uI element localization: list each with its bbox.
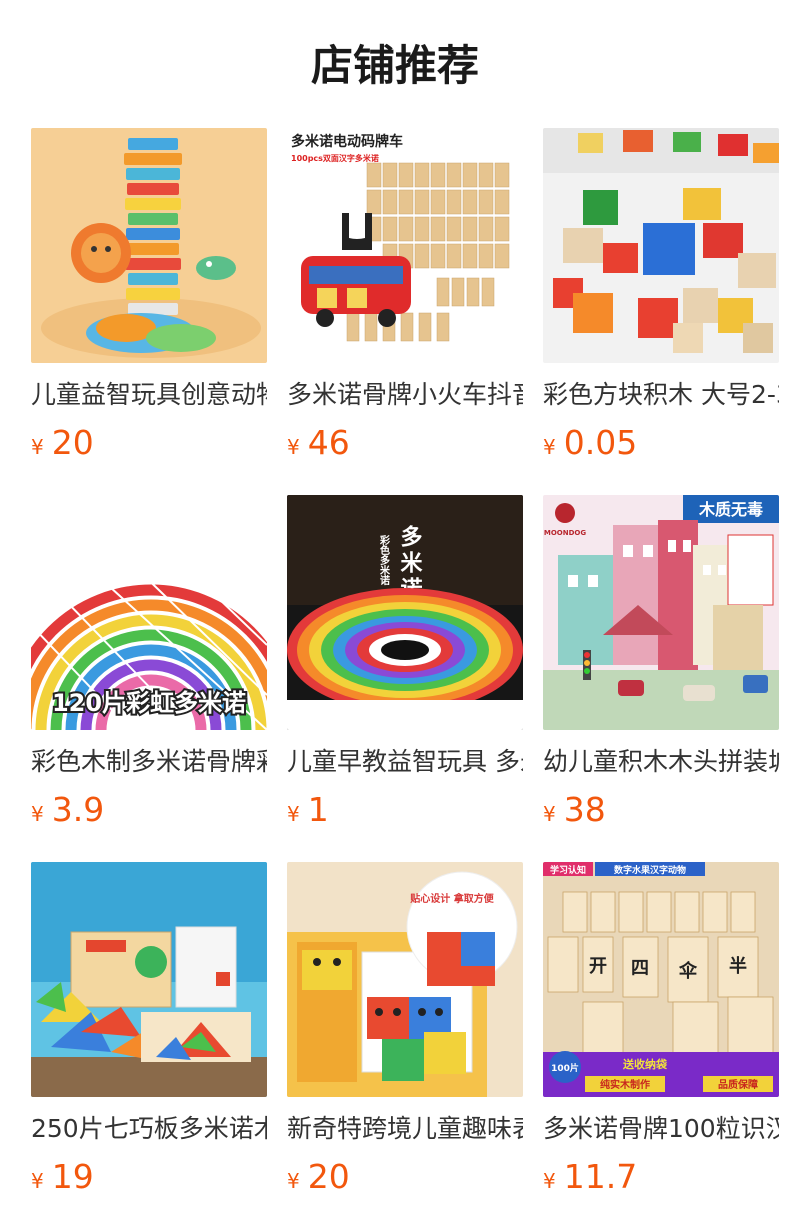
chinese-character-domino-image: 学习认知 数字水果汉字动物 开 四 伞 半 100片 送收纳袋 纯实木制作 品质保障 [543,862,779,1097]
currency-symbol: ¥ [287,435,300,459]
currency-symbol: ¥ [287,802,300,826]
currency-symbol: ¥ [31,1169,44,1193]
product-price: ¥19 [31,1157,267,1203]
price-amount: 11.7 [563,1157,638,1196]
price-amount: 20 [307,1157,350,1196]
price-amount: 46 [307,423,350,462]
color-blocks-image [543,128,779,363]
product-image[interactable]: 120片彩虹多米诺 [31,495,267,730]
product-name[interactable]: 幼儿童积木木头拼装城市 [543,744,779,780]
product-card[interactable]: 学习认知 数字水果汉字动物 开 四 伞 半 100片 送收纳袋 纯实木制作 品质保障 … [543,862,779,1197]
image-caption: 120片彩虹多米诺 [52,689,246,717]
product-name[interactable]: 儿童益智玩具创意动物叠叠乐 [31,377,267,413]
product-image[interactable] [543,128,779,363]
face-cubes-image: 贴心设计 拿取方便 [287,862,523,1097]
image-footer-2: 纯实木制作 [600,1078,650,1091]
product-price: ¥20 [287,1157,523,1203]
image-tag: 学习认知 [550,864,586,876]
currency-symbol: ¥ [543,1169,556,1193]
svg-text:开: 开 [589,956,607,977]
svg-text:伞: 伞 [678,960,698,982]
product-price: ¥0.05 [543,423,779,469]
product-card[interactable]: 多米诺电动码牌车 100pcs双面汉字多米诺 多米诺骨牌小火车抖 ¥ 46 [287,128,523,463]
currency-symbol: ¥ [543,435,556,459]
product-card[interactable]: 儿童益智玩具创意动物叠叠乐 ¥20 [31,128,267,463]
domino-train-image: 多米诺电动码牌车 100pcs双面汉字多米诺 [287,128,523,363]
product-name[interactable]: 彩色方块积木 大号2-3岁 [543,377,779,413]
product-card[interactable]: 多米诺 彩色多米诺 儿童早教益智玩具 多米诺 ¥1 [287,495,523,830]
product-price: ¥38 [543,790,779,836]
image-callout: 贴心设计 拿取方便 [409,892,494,905]
store-recommendation-page: 店铺推荐 儿童益智玩具创意动 ¥ 20 多米诺电动码牌车 100pcs双面汉字多… [0,0,790,1230]
product-card[interactable]: 250片七巧板多米诺木质 ¥19 [31,862,267,1197]
product-card[interactable]: 木质无毒 MOONDOG 幼儿童积木木头拼装 ¥ 38 [543,495,779,830]
image-headline: 多米诺电动码牌车 [291,133,403,150]
image-tag-2: 数字水果汉字动物 [614,864,686,876]
image-subheadline: 100pcs双面汉字多米诺 [291,153,379,163]
rainbow-domino-image: 120片彩虹多米诺 [31,495,267,730]
product-price: ¥46 [287,423,523,469]
price-amount: 3.9 [51,790,105,829]
currency-symbol: ¥ [287,1169,300,1193]
price-amount: 38 [563,790,606,829]
svg-text:半: 半 [729,955,747,977]
product-name[interactable]: 彩色木制多米诺骨牌彩虹 [31,744,267,780]
product-card[interactable]: 120片彩虹多米诺 彩色木制多米诺骨牌彩虹 ¥3.9 [31,495,267,830]
product-image[interactable]: 木质无毒 MOONDOG [543,495,779,730]
currency-symbol: ¥ [543,802,556,826]
product-grid: 儿童益智玩具创意动物叠叠乐 ¥20 多米诺电动码牌车 100pcs双面汉字多米诺 [31,128,779,1197]
product-image[interactable]: 贴心设计 拿取方便 [287,862,523,1097]
product-image[interactable]: 学习认知 数字水果汉字动物 开 四 伞 半 100片 送收纳袋 纯实木制作 品质保障 [543,862,779,1097]
section-title: 店铺推荐 [310,41,479,90]
product-name[interactable]: 250片七巧板多米诺木质 [31,1111,267,1147]
product-card[interactable]: 贴心设计 拿取方便 新奇特跨境儿童趣味表情 ¥20 [287,862,523,1197]
svg-text:四: 四 [631,958,649,979]
stacking-animals-toy-image [31,128,267,363]
city-blocks-image: 木质无毒 MOONDOG [543,495,779,730]
price-amount: 20 [51,423,94,462]
product-price: ¥20 [31,423,267,469]
image-footer-1: 送收纳袋 [622,1057,668,1071]
product-price: ¥3.9 [31,790,267,836]
product-price: ¥1 [287,790,523,836]
price-amount: 1 [307,790,329,829]
product-name[interactable]: 多米诺骨牌100粒识汉字 [543,1111,779,1147]
product-price: ¥11.7 [543,1157,779,1203]
product-name[interactable]: 新奇特跨境儿童趣味表情 [287,1111,523,1147]
product-image[interactable] [31,862,267,1097]
domino-circle-image: 多米诺 彩色多米诺 [287,495,523,730]
tangram-puzzle-image [31,862,267,1097]
image-count-badge: 100片 [551,1062,579,1074]
product-card[interactable]: 彩色方块积木 大号2-3岁 ¥0.05 [543,128,779,463]
product-image[interactable]: 多米诺电动码牌车 100pcs双面汉字多米诺 [287,128,523,363]
product-name[interactable]: 儿童早教益智玩具 多米诺 [287,744,523,780]
price-amount: 0.05 [563,423,638,462]
image-footer-3: 品质保障 [718,1078,758,1091]
price-amount: 19 [51,1157,94,1196]
product-image[interactable] [31,128,267,363]
image-badge: 木质无毒 [698,500,763,519]
currency-symbol: ¥ [31,802,44,826]
image-brand: MOONDOG [544,529,586,537]
product-image[interactable]: 多米诺 彩色多米诺 [287,495,523,730]
product-name[interactable]: 多米诺骨牌小火车抖音同款 [287,377,523,413]
currency-symbol: ¥ [31,435,44,459]
